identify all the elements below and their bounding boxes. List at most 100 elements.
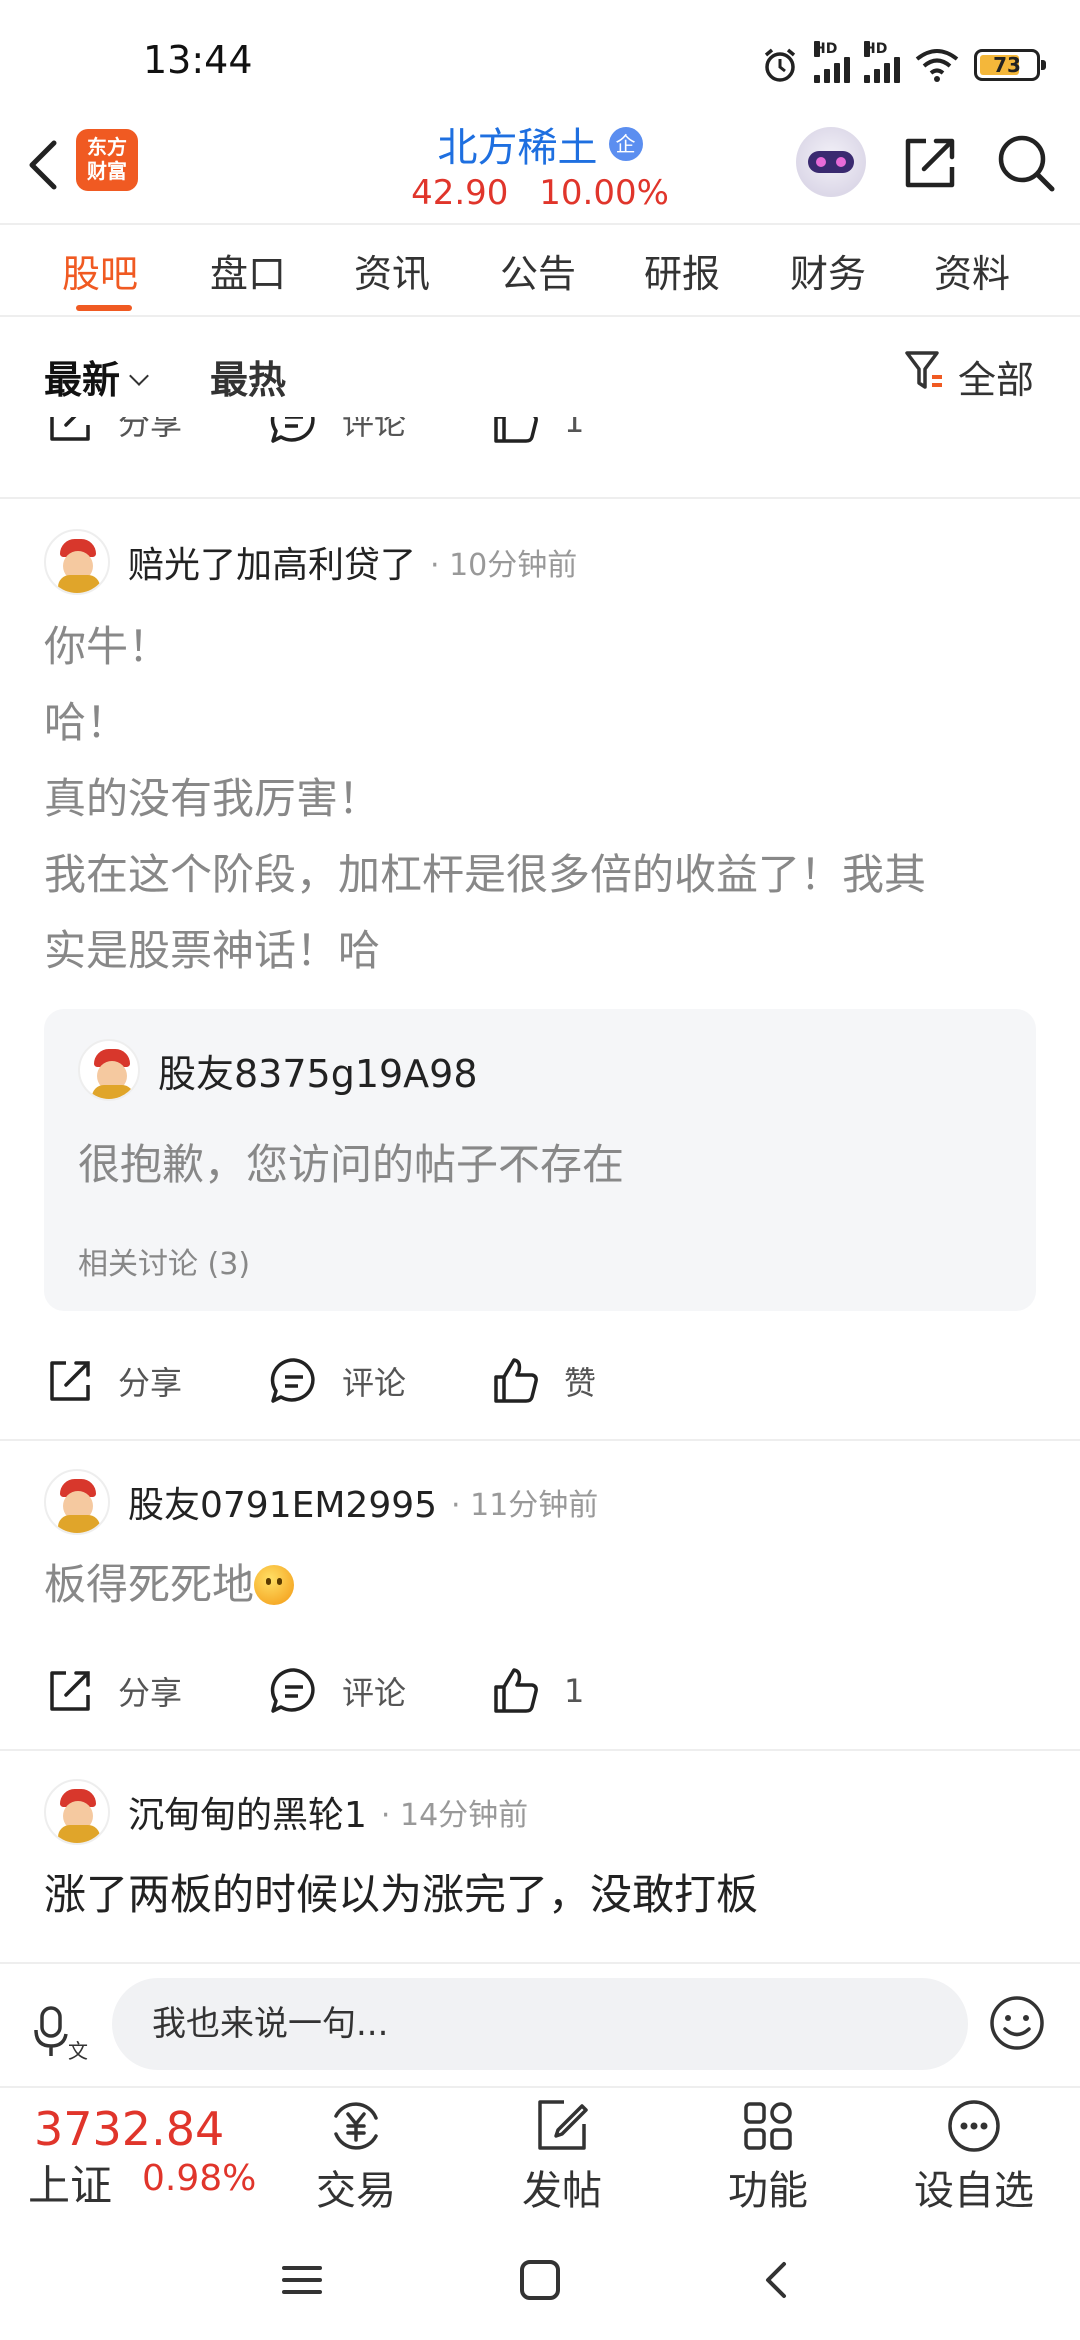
- comment-label: 评论: [342, 1674, 407, 1712]
- more-icon: [948, 2100, 1000, 2152]
- home-icon[interactable]: [510, 2250, 570, 2310]
- post-time: · 10分钟前: [430, 548, 578, 583]
- like-label: 赞: [564, 1364, 597, 1402]
- filter-scope[interactable]: 全部: [958, 349, 1034, 404]
- alarm-icon: [764, 48, 796, 82]
- divider: [0, 1439, 1080, 1441]
- comment-label: 评论: [342, 1364, 407, 1402]
- quoted-text: 很抱歉，您访问的帖子不存在: [78, 1140, 625, 1189]
- share-button[interactable]: 分享: [44, 1665, 182, 1717]
- functions-button[interactable]: 功能: [708, 2096, 828, 2216]
- like-count: 1: [564, 417, 585, 440]
- system-navigation-bar: [0, 2210, 1080, 2340]
- post-label: 发帖: [522, 2168, 602, 2214]
- post-header[interactable]: 沉甸甸的黑轮1 · 14分钟前: [44, 1779, 1044, 1845]
- hd-label: HD: [814, 41, 838, 57]
- add-watchlist-label: 设自选: [914, 2168, 1034, 2214]
- svg-text:文: 文: [68, 2039, 88, 2060]
- tab-profile[interactable]: 资料: [934, 243, 1010, 298]
- like-button[interactable]: 1: [490, 417, 584, 447]
- functions-label: 功能: [728, 2168, 808, 2214]
- tab-news[interactable]: 资讯: [354, 243, 430, 298]
- thumbs-up-icon: [494, 417, 538, 443]
- edit-icon: [538, 2100, 588, 2150]
- tab-guba[interactable]: 股吧: [62, 243, 138, 298]
- tab-pankou[interactable]: 盘口: [210, 243, 286, 298]
- comment-icon: [270, 417, 315, 443]
- voice-input-icon[interactable]: 文: [34, 2004, 90, 2060]
- post-feed[interactable]: 分享 评论 1 赔光了加高利贷了 · 10分钟前 你牛！ 哈！ 真的没有我厉害！…: [0, 417, 1080, 1962]
- status-icons: HD HD 73: [760, 40, 1046, 90]
- wifi-icon: [915, 49, 959, 82]
- post-header[interactable]: 赔光了加高利贷了 · 10分钟前: [44, 529, 1044, 595]
- enterprise-badge: 企: [608, 127, 643, 161]
- post-time: · 14分钟前: [380, 1798, 529, 1833]
- comment-button[interactable]: 评论: [268, 1665, 406, 1717]
- tab-finance[interactable]: 财务: [790, 243, 866, 298]
- like-button[interactable]: 赞: [490, 1355, 596, 1407]
- stock-name[interactable]: 北方稀土: [437, 115, 597, 173]
- index-name: 上证: [28, 2161, 113, 2210]
- share-icon[interactable]: [900, 133, 960, 193]
- add-watchlist-button[interactable]: 设自选: [914, 2096, 1034, 2216]
- share-icon: [50, 417, 90, 441]
- post-time: · 11分钟前: [451, 1488, 599, 1523]
- index-value: 3732.84: [34, 2102, 225, 2156]
- comment-button[interactable]: 评论: [268, 417, 406, 447]
- avatar[interactable]: [44, 1779, 110, 1845]
- divider: [0, 497, 1080, 499]
- comment-button[interactable]: 评论: [268, 1355, 406, 1407]
- share-button[interactable]: 分享: [44, 417, 182, 447]
- avatar[interactable]: [44, 529, 110, 595]
- trade-label: 交易: [316, 2168, 396, 2214]
- filter-icon[interactable]: [904, 349, 946, 393]
- chevron-down-icon[interactable]: [129, 366, 149, 386]
- search-icon[interactable]: [994, 131, 1056, 193]
- thumbs-up-icon: [494, 1668, 538, 1713]
- status-time: 13:44: [143, 38, 253, 82]
- share-icon: [50, 1671, 90, 1711]
- comment-input[interactable]: [112, 1978, 968, 2070]
- apps-icon: [744, 2102, 792, 2150]
- stock-change: 10.00%: [539, 173, 669, 213]
- comment-label: 评论: [342, 417, 407, 442]
- like-button[interactable]: 1: [490, 1665, 584, 1717]
- sort-latest[interactable]: 最新: [44, 349, 120, 404]
- share-icon: [50, 1361, 90, 1401]
- quoted-author: 股友8375g19A98: [158, 1051, 478, 1096]
- quoted-post-header: 股友8375g19A98: [78, 1039, 478, 1101]
- post-header[interactable]: 股友0791EM2995 · 11分钟前: [44, 1469, 1044, 1535]
- related-discussions-link[interactable]: 相关讨论 (3): [78, 1239, 250, 1283]
- status-bar: 13:44 HD HD 73: [0, 0, 1080, 115]
- post-author[interactable]: 股友0791EM2995: [128, 1476, 437, 1528]
- ai-assistant-icon[interactable]: [796, 127, 866, 197]
- quoted-post-card[interactable]: 股友8375g19A98 很抱歉，您访问的帖子不存在 相关讨论 (3): [44, 1009, 1036, 1311]
- post-content[interactable]: 涨了两板的时候以为涨完了，没敢打板: [44, 1857, 1044, 1933]
- menu-icon[interactable]: [272, 2250, 332, 2310]
- post-content[interactable]: 你牛！ 哈！ 真的没有我厉害！ 我在这个阶段，加杠杆是很多倍的收益了！我其 实是…: [44, 609, 1044, 989]
- thumbs-up-icon: [494, 1358, 538, 1403]
- comment-bar: 文: [0, 1962, 1080, 2086]
- battery-icon: 73: [974, 49, 1046, 81]
- stock-tabs: 股吧 盘口 资讯 公告 研报 财务 资料: [0, 223, 1080, 317]
- share-button[interactable]: 分享: [44, 1355, 182, 1407]
- tab-research[interactable]: 研报: [644, 243, 720, 298]
- like-count: 1: [564, 1672, 585, 1710]
- share-label: 分享: [118, 417, 183, 442]
- stock-header: 东方 财富 北方稀土 企 42.90 10.00%: [0, 115, 1080, 223]
- post-button[interactable]: 发帖: [502, 2096, 622, 2216]
- hd-label: HD: [864, 41, 888, 57]
- post-author[interactable]: 沉甸甸的黑轮1: [128, 1786, 367, 1838]
- sort-hot[interactable]: 最热: [210, 349, 286, 404]
- trade-button[interactable]: 交易: [296, 2096, 416, 2216]
- avatar[interactable]: [44, 1469, 110, 1535]
- post-author[interactable]: 赔光了加高利贷了: [128, 536, 416, 588]
- post-content[interactable]: 板得死死地: [44, 1547, 1044, 1623]
- signal-icon: HD: [814, 41, 850, 83]
- post-actions: 分享 评论 赞: [0, 1337, 1080, 1417]
- tab-announcements[interactable]: 公告: [500, 243, 576, 298]
- emoji-icon[interactable]: [988, 1994, 1046, 2052]
- back-nav-icon[interactable]: [748, 2250, 808, 2310]
- post-actions: 分享 评论 1: [0, 1647, 1080, 1727]
- divider: [0, 1749, 1080, 1751]
